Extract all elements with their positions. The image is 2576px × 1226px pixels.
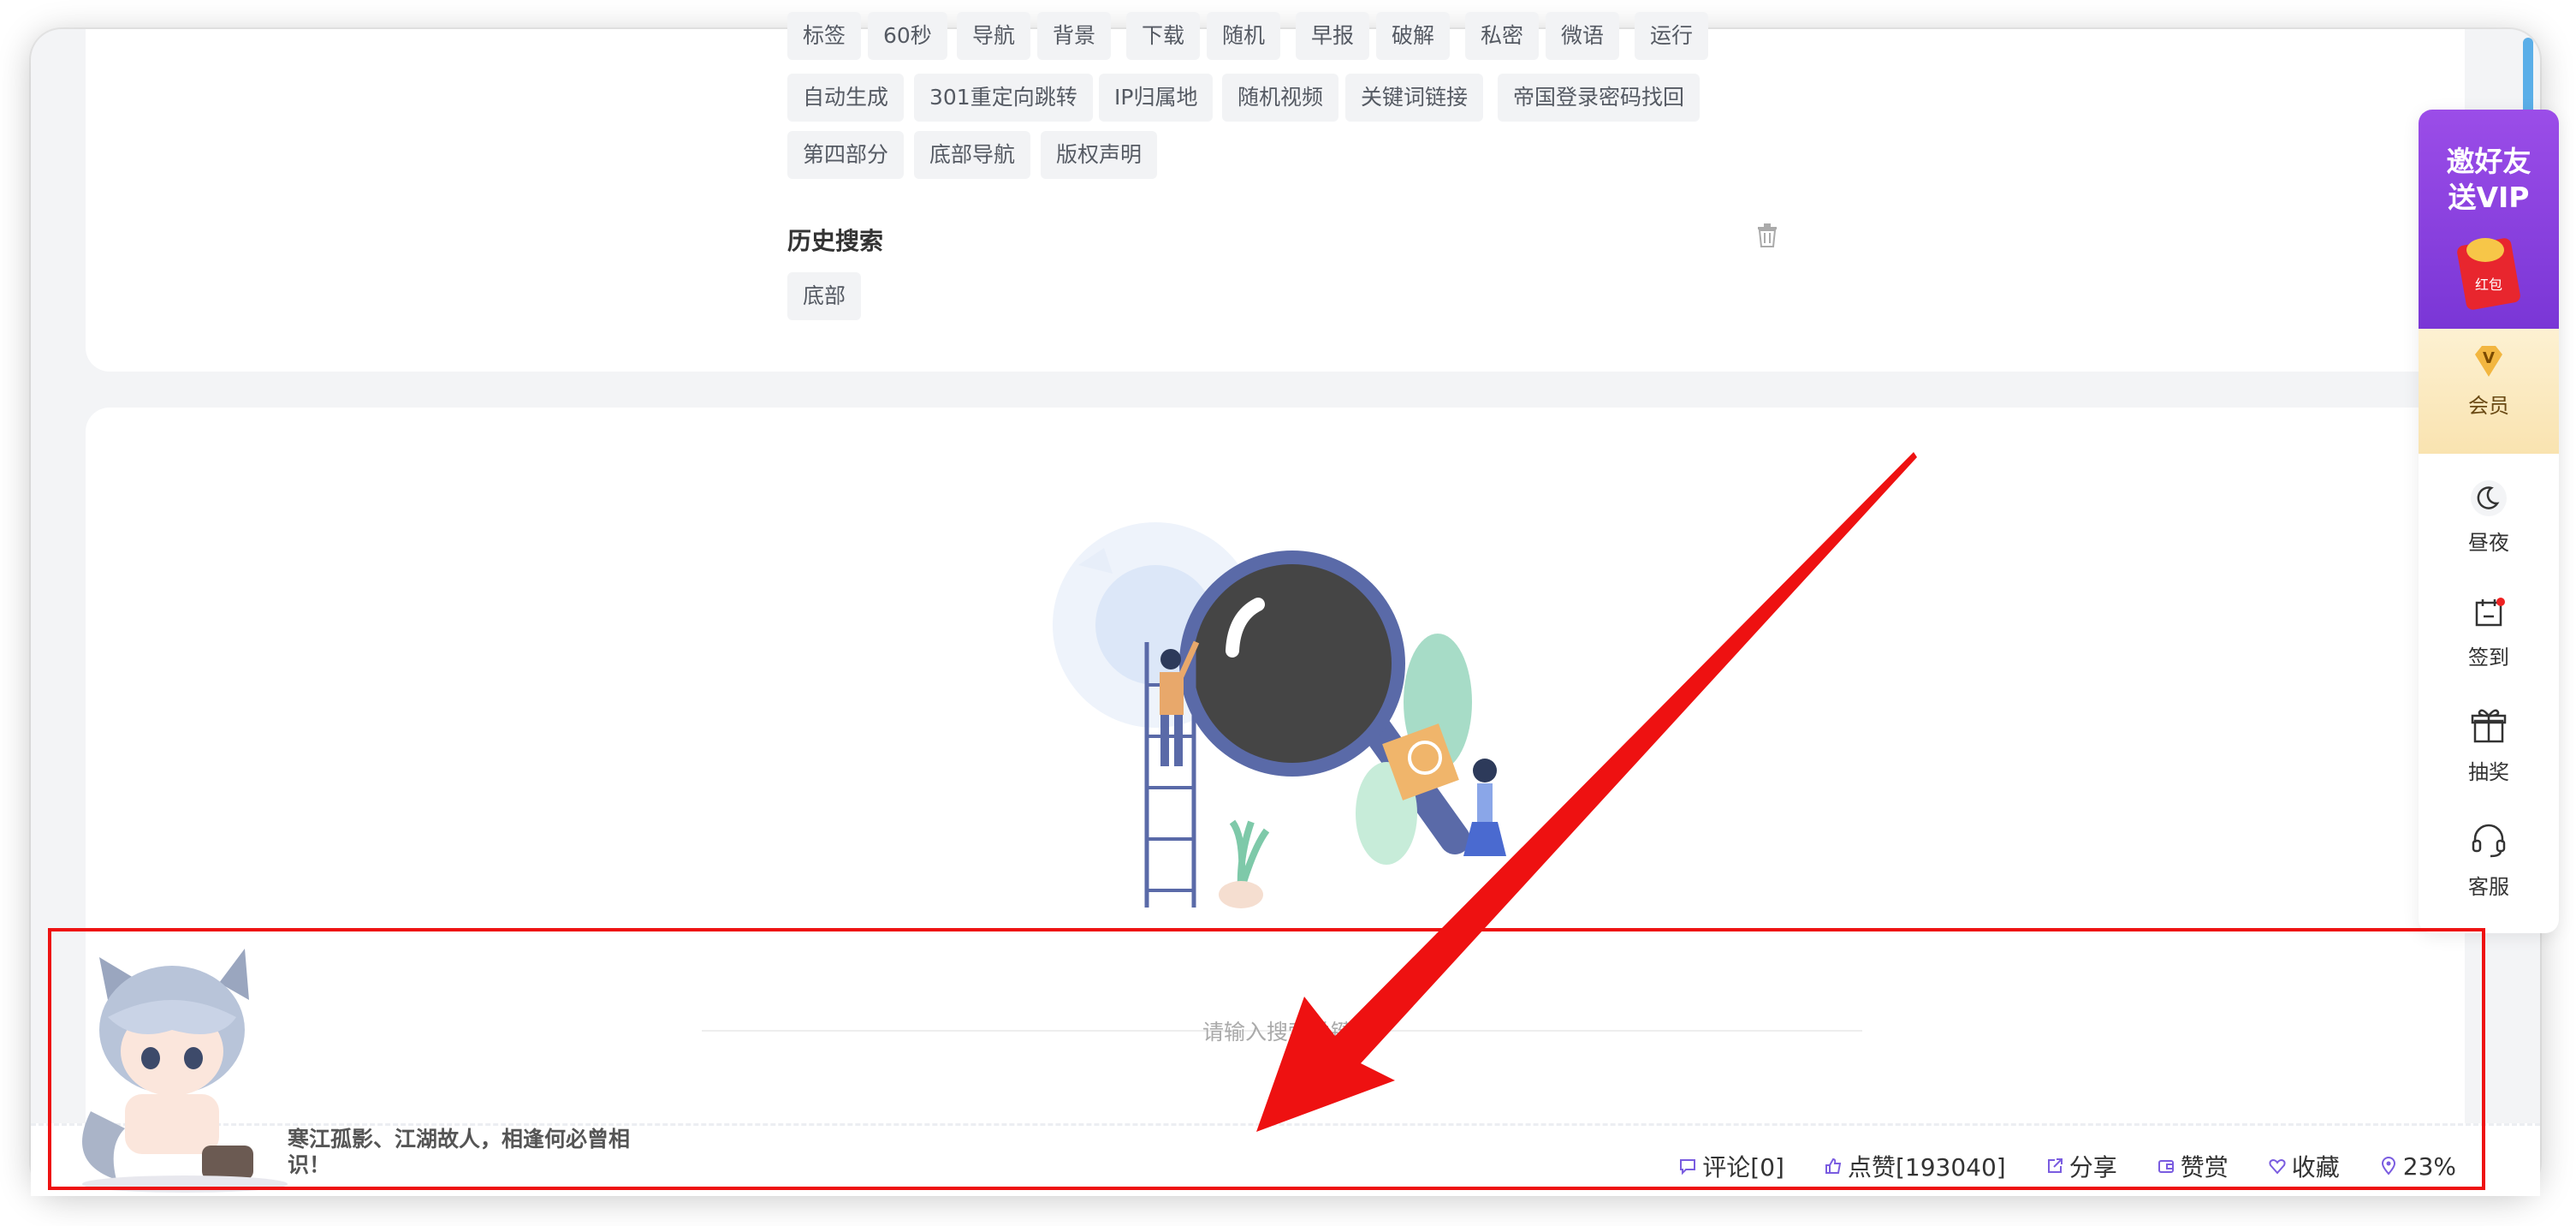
vip-label: 会员: [2468, 394, 2509, 418]
hot-tag[interactable]: 第四部分: [787, 131, 905, 179]
gift-icon: [2471, 709, 2507, 743]
hot-tag[interactable]: 关键词链接: [1345, 74, 1484, 122]
vip-button[interactable]: V 会员: [2419, 329, 2559, 454]
red-packet-icon: 红包: [2457, 238, 2520, 310]
trash-icon[interactable]: [1756, 223, 1778, 248]
night-label: 昼夜: [2468, 531, 2509, 555]
customer-service-button[interactable]: 客服: [2419, 820, 2559, 900]
red-packet-label: 红包: [2475, 277, 2502, 293]
hot-tag[interactable]: 底部导航: [914, 131, 1031, 179]
headset-icon: [2472, 824, 2506, 858]
checkin-label: 签到: [2468, 646, 2509, 670]
hot-tag[interactable]: 私密: [1465, 12, 1540, 60]
hot-tag[interactable]: 微语: [1546, 12, 1620, 60]
hot-tag[interactable]: 早报: [1296, 12, 1370, 60]
hot-tag[interactable]: 标签: [787, 12, 862, 60]
promo-title: 邀好友送VIP: [2446, 145, 2531, 214]
service-label: 客服: [2468, 875, 2509, 899]
svg-text:V: V: [2483, 349, 2495, 367]
calendar-icon: [2475, 598, 2505, 627]
hot-tag[interactable]: 导航: [957, 12, 1031, 60]
lottery-label: 抽奖: [2468, 760, 2509, 784]
invite-promo[interactable]: 邀好友送VIP 红包: [2419, 110, 2559, 329]
hot-tag[interactable]: IP归属地: [1099, 74, 1214, 122]
empty-search-illustration: [1053, 522, 1506, 908]
hot-tag[interactable]: 运行: [1635, 12, 1709, 60]
hot-tag[interactable]: 随机视频: [1222, 74, 1339, 122]
hot-tag[interactable]: 破解: [1376, 12, 1451, 60]
hot-tag[interactable]: 下载: [1126, 12, 1201, 60]
hot-tag[interactable]: 帝国登录密码找回: [1498, 74, 1701, 122]
hot-tag[interactable]: 301重定向跳转: [914, 74, 1093, 122]
vip-diamond-icon: V: [2475, 346, 2502, 377]
lottery-button[interactable]: 抽奖: [2419, 705, 2559, 785]
annotation-highlight-box: [48, 928, 2485, 1190]
history-title: 历史搜索: [787, 227, 884, 255]
checkin-button[interactable]: 签到: [2419, 594, 2559, 670]
moon-icon: [2471, 480, 2507, 516]
history-tag[interactable]: 底部: [787, 272, 862, 320]
hot-tag[interactable]: 60秒: [868, 12, 947, 60]
night-mode-button[interactable]: 昼夜: [2419, 479, 2559, 556]
hot-tag[interactable]: 背景: [1037, 12, 1112, 60]
hot-tag[interactable]: 随机: [1207, 12, 1281, 60]
hot-tag[interactable]: 自动生成: [787, 74, 905, 122]
right-toolbar: 邀好友送VIP 红包 V 会员 昼夜 签到 抽奖 客服: [2419, 110, 2559, 933]
hot-tag[interactable]: 版权声明: [1041, 131, 1158, 179]
